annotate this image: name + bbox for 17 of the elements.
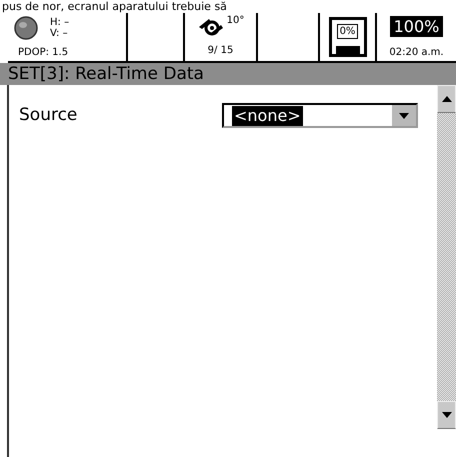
up-arrow-icon xyxy=(442,96,452,102)
caret-icon xyxy=(399,112,409,118)
storage-indicator: 0% xyxy=(328,17,366,57)
screen-title: SET[3]: Real-Time Data xyxy=(0,63,456,85)
scrollbar[interactable] xyxy=(437,85,456,429)
satellite-count: 9/ 15 xyxy=(208,45,234,56)
vertical-accuracy: V: – xyxy=(50,28,69,40)
battery-level: 100% xyxy=(390,16,444,37)
down-arrow-icon xyxy=(442,412,452,418)
elevation-mask: 10° xyxy=(226,15,244,26)
clock-time: 02:20 a.m. xyxy=(389,47,444,58)
pdop-value: PDOP: 1.5 xyxy=(17,46,70,58)
field-label: Source xyxy=(19,105,78,125)
horizontal-accuracy: H: – xyxy=(50,17,70,28)
globe-icon xyxy=(14,16,38,40)
caption-text: pus de nor, ecranul aparatului trebuie să xyxy=(2,0,227,13)
source-dropdown[interactable]: <none> xyxy=(222,103,418,128)
